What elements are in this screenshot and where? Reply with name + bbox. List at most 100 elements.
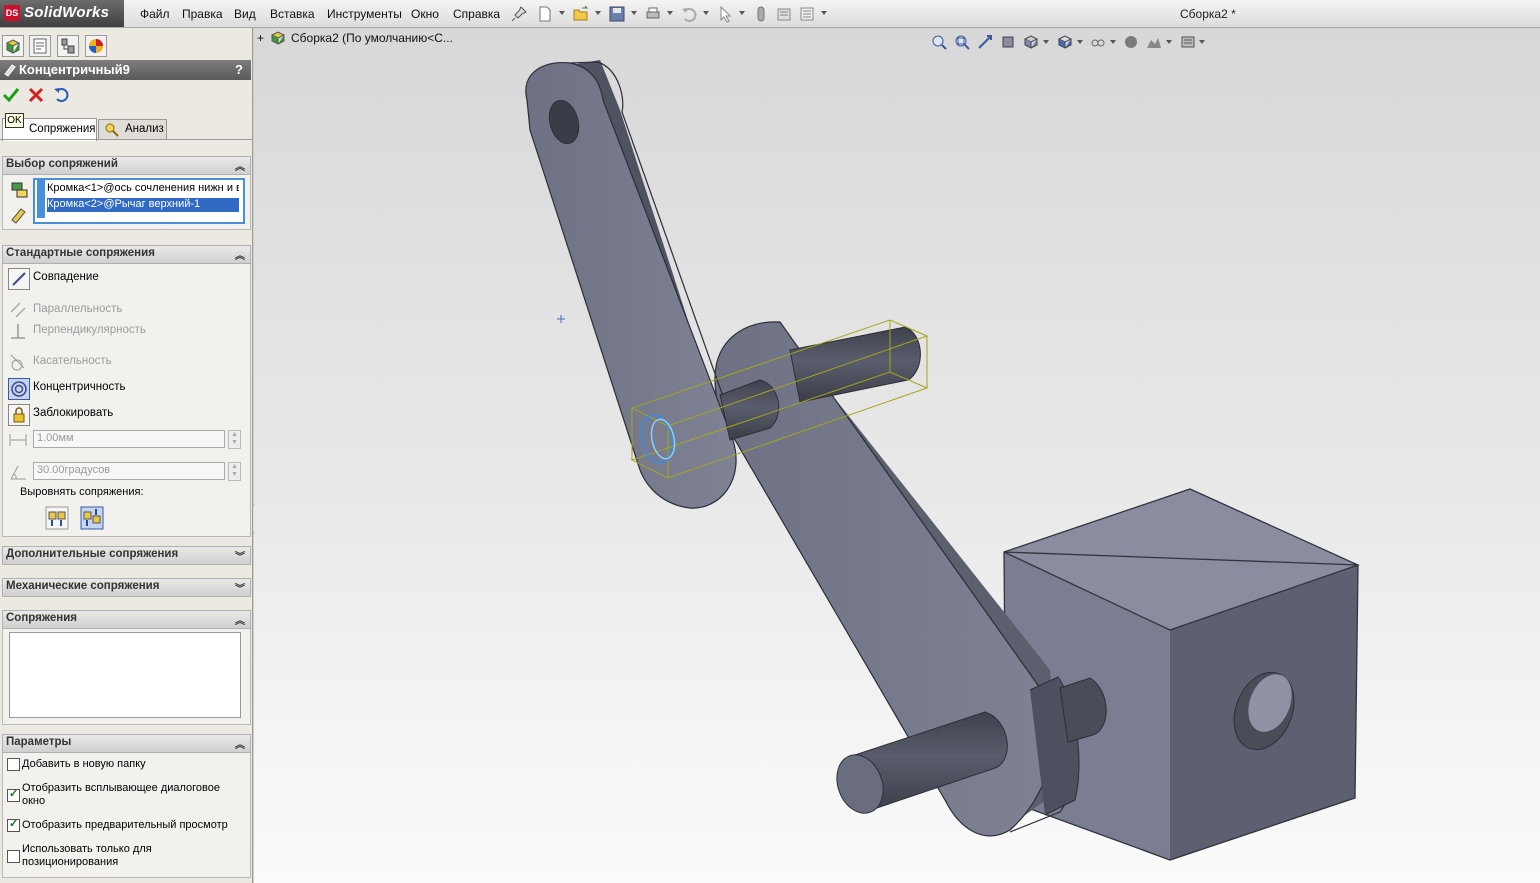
new-file-dropdown-icon[interactable]	[559, 11, 565, 15]
view-orientation-dropdown-icon[interactable]	[1043, 40, 1049, 44]
anti-aligned-button-icon[interactable]	[80, 506, 104, 530]
expand-chevron-icon[interactable]: ︾	[235, 548, 245, 563]
checkbox-add-to-folder[interactable]	[7, 758, 20, 771]
mates-body	[2, 629, 251, 725]
section-mechanical-mates[interactable]: Механические сопряжения ︾	[2, 578, 251, 597]
mate-selection-item[interactable]: Кромка<1>@ось сочленения нижн и в	[47, 182, 239, 196]
collapse-chevron-icon[interactable]: ︽	[235, 158, 245, 173]
feature-manager-tab-icon[interactable]	[2, 35, 24, 57]
assembly-model[interactable]	[254, 28, 1540, 883]
file-properties-icon[interactable]	[775, 5, 793, 23]
mate-option-label: Параллельность	[33, 303, 123, 315]
print-icon[interactable]	[644, 5, 662, 23]
checkbox-positioning-only[interactable]	[7, 850, 20, 863]
section-standard-mates[interactable]: Стандартные сопряжения ︽	[2, 245, 251, 264]
mate-selection-body: Кромка<1>@ось сочленения нижн и в Кромка…	[2, 175, 251, 230]
section-mates-title: Сопряжения	[6, 612, 77, 624]
tree-root-label[interactable]: Сборка2 (По умолчанию<С...	[291, 31, 453, 45]
aligned-button-icon[interactable]	[45, 506, 69, 530]
angle-icon	[10, 465, 26, 480]
menu-insert[interactable]: Вставка	[270, 7, 315, 21]
menu-file[interactable]: Файл	[140, 7, 170, 21]
collapse-chevron-icon[interactable]: ︽	[235, 247, 245, 262]
menu-view[interactable]: Вид	[234, 7, 256, 21]
perpendicular-icon	[11, 324, 25, 339]
display-style-icon[interactable]	[1057, 34, 1073, 50]
graphics-viewport[interactable]	[254, 28, 1540, 883]
zoom-to-fit-icon[interactable]	[931, 34, 947, 50]
property-manager-tab-icon[interactable]	[29, 35, 51, 57]
new-file-icon[interactable]	[536, 5, 554, 23]
upper-arm[interactable]	[525, 60, 737, 509]
apply-scene-icon[interactable]	[1146, 34, 1162, 50]
section-advanced-mates[interactable]: Дополнительные сопряжения ︾	[2, 546, 251, 565]
undo-dropdown-icon[interactable]	[703, 11, 709, 15]
mate-option-label: Перпендикулярность	[33, 324, 146, 336]
select-dropdown-icon[interactable]	[739, 11, 745, 15]
checkbox-show-preview[interactable]	[7, 817, 20, 832]
align-mates-label: Выровнять сопряжения:	[20, 486, 144, 498]
tab-divider	[0, 139, 252, 140]
save-icon[interactable]	[608, 5, 626, 23]
apply-scene-dropdown-icon[interactable]	[1166, 40, 1172, 44]
previous-view-icon[interactable]	[977, 34, 993, 50]
distance-input[interactable]: 1.00мм	[33, 430, 225, 448]
section-mechanical-mates-title: Механические сопряжения	[6, 580, 160, 592]
menu-window[interactable]: Окно	[411, 7, 439, 21]
section-mate-selection[interactable]: Выбор сопряжений ︽	[2, 156, 251, 175]
pin-icon[interactable]	[510, 5, 528, 23]
print-dropdown-icon[interactable]	[667, 11, 673, 15]
checkbox-show-popup[interactable]	[7, 787, 20, 802]
undo-mate-icon[interactable]	[52, 86, 70, 104]
tangent-icon	[10, 354, 25, 371]
options-dropdown-icon[interactable]	[821, 11, 827, 15]
document-title: Сборка2 *	[1180, 7, 1236, 21]
open-dropdown-icon[interactable]	[595, 11, 601, 15]
analysis-icon	[105, 123, 119, 137]
lock-icon	[8, 404, 30, 426]
mates-list[interactable]	[9, 632, 241, 718]
open-folder-icon[interactable]	[572, 5, 590, 23]
menu-help[interactable]: Справка	[453, 7, 500, 21]
view-settings-icon[interactable]	[1180, 34, 1196, 50]
mate-selection-list[interactable]: Кромка<1>@ось сочленения нижн и в Кромка…	[33, 178, 245, 224]
section-options[interactable]: Параметры ︽	[2, 734, 251, 753]
ds-logo-icon: DS	[4, 5, 20, 21]
options-icon[interactable]	[798, 5, 816, 23]
section-view-icon[interactable]	[1000, 34, 1016, 50]
cancel-x-icon[interactable]	[27, 86, 45, 104]
rebuild-icon[interactable]	[752, 5, 770, 23]
multimate-icon[interactable]	[9, 205, 29, 225]
section-mates[interactable]: Сопряжения ︽	[2, 610, 251, 629]
collapse-chevron-icon[interactable]: ︽	[235, 736, 245, 751]
mate-selection-item-selected[interactable]: Кромка<2>@Рычаг верхний-1	[47, 198, 239, 212]
help-button[interactable]: ?	[235, 62, 243, 77]
ok-check-icon[interactable]	[2, 86, 20, 104]
collapse-chevron-icon[interactable]: ︽	[235, 612, 245, 627]
menu-tools[interactable]: Инструменты	[327, 7, 402, 21]
angle-spinner[interactable]: ▲ ▼	[228, 462, 241, 481]
distance-spinner[interactable]: ▲ ▼	[228, 430, 241, 449]
hide-show-dropdown-icon[interactable]	[1110, 40, 1116, 44]
tree-expander[interactable]: +	[257, 31, 264, 45]
mate-option-label: Совпадение	[33, 271, 99, 283]
configuration-manager-tab-icon[interactable]	[57, 35, 79, 57]
select-icon[interactable]	[716, 5, 734, 23]
angle-input[interactable]: 30.00градусов	[33, 462, 225, 480]
solidworks-logo[interactable]: DS SolidWorks	[0, 0, 124, 27]
distance-value: 1.00мм	[37, 432, 74, 444]
hide-show-icon[interactable]	[1090, 34, 1106, 50]
view-orientation-icon[interactable]	[1023, 34, 1039, 50]
expand-chevron-icon[interactable]: ︾	[235, 580, 245, 595]
tab-analysis[interactable]: Анализ	[98, 119, 167, 140]
zoom-area-icon[interactable]	[954, 34, 970, 50]
display-style-dropdown-icon[interactable]	[1077, 40, 1083, 44]
coincident-icon	[8, 268, 30, 290]
view-settings-dropdown-icon[interactable]	[1199, 40, 1205, 44]
display-manager-tab-icon[interactable]	[85, 35, 107, 57]
ok-tooltip: OK	[5, 113, 24, 128]
edit-appearance-icon[interactable]	[1123, 34, 1139, 50]
menu-edit[interactable]: Правка	[182, 7, 223, 21]
save-dropdown-icon[interactable]	[631, 11, 637, 15]
undo-icon[interactable]	[680, 5, 698, 23]
